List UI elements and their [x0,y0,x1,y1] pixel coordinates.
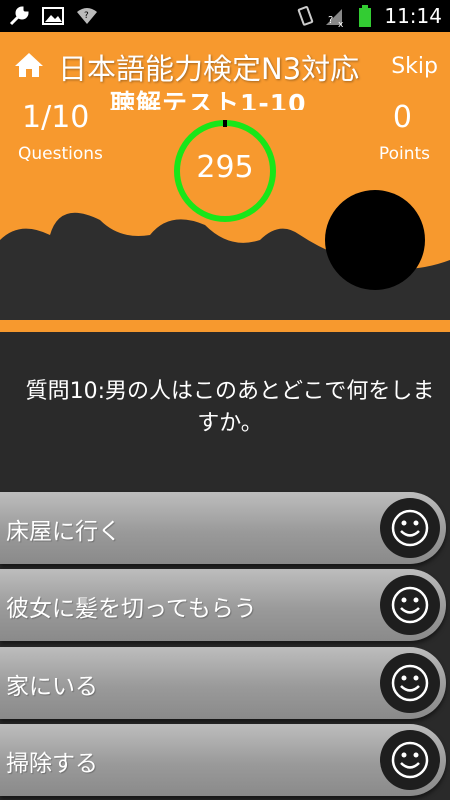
svg-text:?: ? [84,11,89,21]
svg-text:?: ? [328,15,333,26]
answer-label: 彼女に髪を切ってもらう [6,596,257,622]
status-bar: ? ? x 11:14 [0,0,450,32]
answer-option[interactable]: 家にいる [0,647,446,719]
battery-icon [354,5,376,27]
status-time: 11:14 [384,4,442,28]
question-text: 質問10:男の人はこのあとどこで何をしますか。 [25,379,435,436]
answer-option[interactable]: 掃除する [0,724,446,796]
smiley-icon[interactable] [380,575,440,635]
answer-label: 掃除する [6,751,98,777]
wrench-icon [8,5,30,27]
svg-text:x: x [338,20,344,27]
timer-value: 295 [196,150,254,185]
sun-decoration [325,190,425,290]
wifi-icon: ? [76,5,98,27]
smiley-icon[interactable] [380,653,440,713]
smiley-icon[interactable] [380,730,440,790]
answer-label: 家にいる [6,674,98,700]
image-icon [42,5,64,27]
skip-button[interactable]: Skip [391,54,438,79]
points-label: Points [378,144,430,164]
home-icon[interactable] [14,52,44,78]
answer-label: 床屋に行く [6,519,121,545]
answer-option[interactable]: 彼女に髪を切ってもらう [0,569,446,641]
no-signal-icon: ? x [324,5,346,27]
smiley-icon[interactable] [380,498,440,558]
question-count-label: Questions [18,144,103,164]
answer-option[interactable]: 床屋に行く [0,492,446,564]
page-subtitle: 聴解テスト1-10 [110,89,307,110]
vibrate-icon [294,5,316,27]
page-title: 日本語能力検定N3対応 [58,52,360,86]
points-value: 0 [392,100,412,135]
question-count: 1/10 [22,100,90,135]
